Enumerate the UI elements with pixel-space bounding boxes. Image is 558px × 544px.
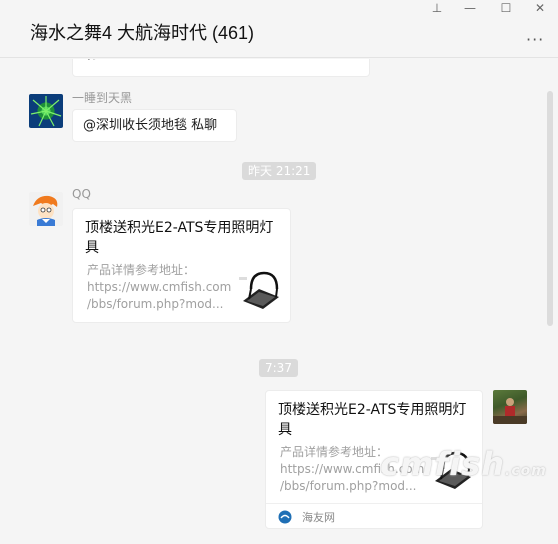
title-bar: 海水之舞4 大航海时代 (461) ⊥ — ☐ ✕ ··· xyxy=(0,0,558,58)
timestamp-divider: 7:37 xyxy=(259,359,298,377)
sender-name: 一睡到天黑 xyxy=(72,91,133,105)
site-logo-icon xyxy=(278,510,292,524)
timestamp-divider: 昨天 21:21 xyxy=(242,162,317,180)
card-description-line: https://www.cmfish.com xyxy=(87,280,232,294)
card-description-line: 产品详情参考地址： xyxy=(87,263,196,277)
card-title: 顶楼送积光E2-ATS专用照明灯具 xyxy=(85,220,274,256)
minimize-icon[interactable]: — xyxy=(458,0,482,16)
link-card[interactable]: 顶楼送积光E2-ATS专用照明灯具 产品详情参考地址： https://www.… xyxy=(72,208,291,323)
card-footer: 海友网 xyxy=(266,503,482,529)
sender-name: QQ xyxy=(72,187,91,201)
message-text: @深圳收长须地毯 私聊 xyxy=(83,118,218,133)
card-description-line: 产品详情参考地址： xyxy=(280,445,389,459)
card-source-name: 海友网 xyxy=(302,511,335,524)
message-bubble[interactable]: @深圳收长须地毯 私聊 xyxy=(72,109,237,142)
avatar[interactable] xyxy=(29,192,63,226)
watermark: cmfish.com xyxy=(380,445,547,483)
chat-area[interactable]: 啊 一睡到天黑 @深圳收长须地毯 私聊 昨天 21:21 QQ 顶楼送积光E xyxy=(0,59,558,544)
message-text: 啊 xyxy=(84,59,97,64)
avatar[interactable] xyxy=(29,94,63,128)
message-bubble-partial[interactable]: 啊 xyxy=(72,59,370,77)
pin-icon[interactable]: ⊥ xyxy=(425,0,449,16)
photo-avatar-icon xyxy=(493,398,527,424)
more-options-icon[interactable]: ··· xyxy=(526,30,544,49)
avatar[interactable] xyxy=(493,390,527,424)
maximize-icon[interactable]: ☐ xyxy=(494,0,518,16)
lamp-thumbnail-icon xyxy=(239,271,279,309)
close-icon[interactable]: ✕ xyxy=(528,0,552,16)
qq-avatar-icon xyxy=(33,195,58,226)
card-description-line: /bbs/forum.php?mod... xyxy=(87,297,224,311)
chat-title: 海水之舞4 大航海时代 (461) xyxy=(30,23,255,43)
card-title: 顶楼送积光E2-ATS专用照明灯具 xyxy=(278,402,467,438)
coral-avatar-icon xyxy=(30,96,62,127)
scrollbar[interactable] xyxy=(547,91,553,326)
